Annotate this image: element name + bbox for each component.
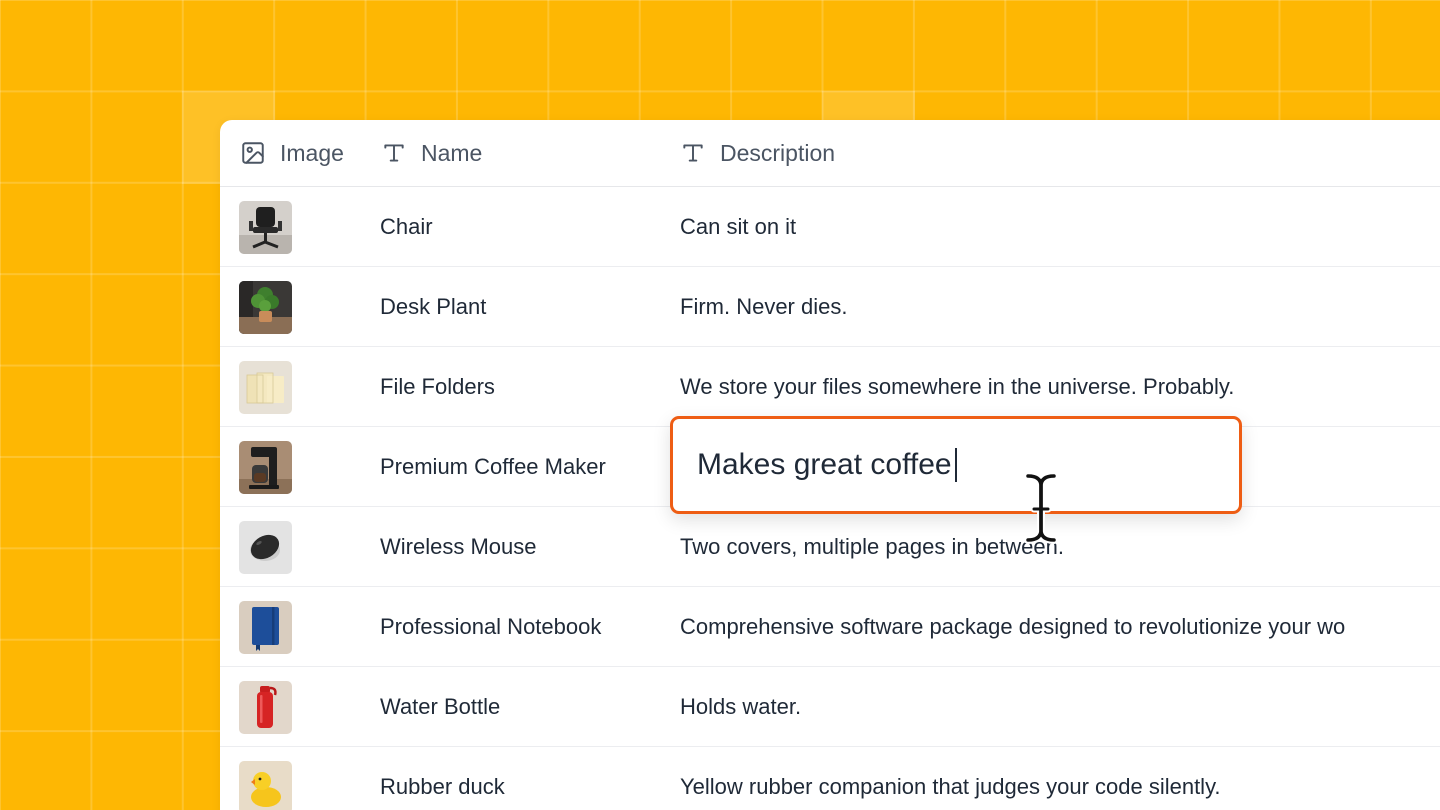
column-header-image[interactable]: Image: [240, 120, 344, 186]
row-description[interactable]: Can sit on it: [680, 187, 796, 267]
row-name[interactable]: Premium Coffee Maker: [380, 427, 606, 507]
table-row[interactable]: Wireless Mouse Two covers, multiple page…: [220, 507, 1440, 587]
row-name[interactable]: File Folders: [380, 347, 495, 427]
coffee-maker-image: [239, 441, 292, 494]
row-name[interactable]: Professional Notebook: [380, 587, 601, 667]
column-header-label: Description: [720, 139, 836, 166]
text-type-icon: [384, 144, 404, 162]
row-name[interactable]: Rubber duck: [380, 747, 505, 810]
table-row[interactable]: Water Bottle Holds water.: [220, 667, 1440, 747]
table-row[interactable]: Professional Notebook Comprehensive soft…: [220, 587, 1440, 667]
text-type-icon: [683, 144, 703, 162]
row-description[interactable]: Firm. Never dies.: [680, 267, 847, 347]
desk-plant-image: [239, 281, 292, 334]
description-edit-input[interactable]: Makes great coffee: [670, 416, 1242, 514]
wireless-mouse-image: [239, 521, 292, 574]
table-row[interactable]: Desk Plant Firm. Never dies.: [220, 267, 1440, 347]
column-header-label: Image: [280, 139, 344, 166]
text-cursor-icon: [1024, 472, 1058, 544]
row-description[interactable]: Yellow rubber companion that judges your…: [680, 747, 1221, 810]
row-name[interactable]: Chair: [380, 187, 433, 267]
rubber-duck-image: [239, 761, 292, 810]
row-description[interactable]: Comprehensive software package designed …: [680, 587, 1345, 667]
row-description[interactable]: Holds water.: [680, 667, 801, 747]
column-header-description[interactable]: Description: [680, 120, 835, 186]
table-row[interactable]: Chair Can sit on it: [220, 187, 1440, 267]
row-description[interactable]: Two covers, multiple pages in between.: [680, 507, 1064, 587]
image-icon: [242, 142, 264, 164]
notebook-image: [239, 601, 292, 654]
table-row[interactable]: File Folders We store your files somewhe…: [220, 347, 1440, 427]
row-name[interactable]: Water Bottle: [380, 667, 500, 747]
water-bottle-image: [239, 681, 292, 734]
grid-highlight: [822, 91, 915, 121]
column-header-label: Name: [421, 139, 483, 166]
chair-image: [239, 201, 292, 254]
text-caret: [954, 448, 957, 482]
row-name[interactable]: Wireless Mouse: [380, 507, 536, 587]
editor-value: Makes great coffee: [697, 448, 952, 481]
table-header: Image Name Description: [220, 120, 1440, 187]
column-header-name[interactable]: Name: [381, 120, 482, 186]
row-description[interactable]: We store your files somewhere in the uni…: [680, 347, 1234, 427]
file-folders-image: [239, 361, 292, 414]
row-name[interactable]: Desk Plant: [380, 267, 486, 347]
table-row[interactable]: Rubber duck Yellow rubber companion that…: [220, 747, 1440, 810]
